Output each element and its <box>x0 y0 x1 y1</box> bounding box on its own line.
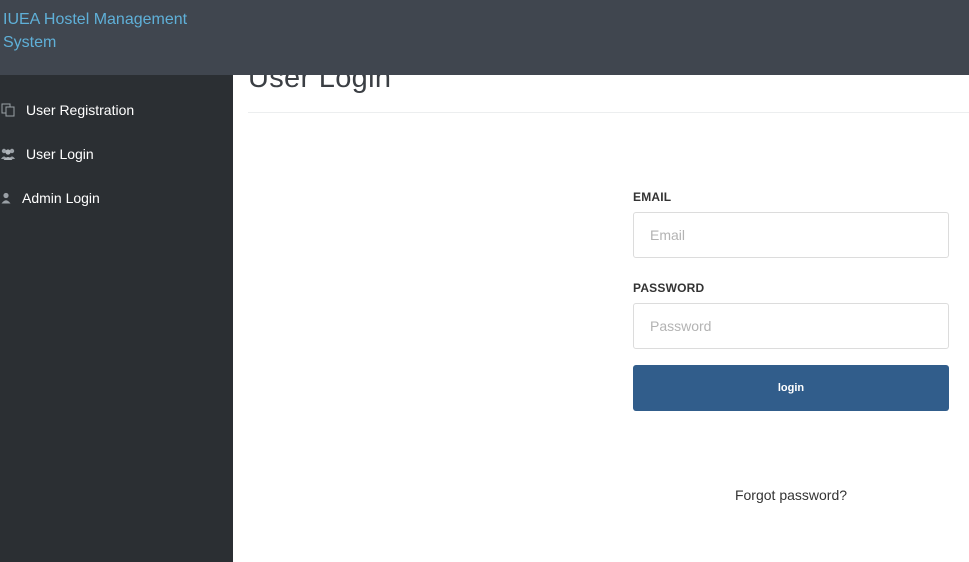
app-title[interactable]: IUEA Hostel Management System <box>3 8 223 54</box>
users-icon <box>0 146 16 162</box>
email-field[interactable] <box>633 212 949 258</box>
sidebar-item-user-login[interactable]: User Login <box>0 142 94 166</box>
sidebar-item-admin-login[interactable]: Admin Login <box>0 186 100 210</box>
copy-icon <box>0 102 16 118</box>
sidebar-item-label: User Login <box>26 146 94 162</box>
password-label: PASSWORD <box>633 281 705 295</box>
sidebar-item-label: Admin Login <box>22 190 100 206</box>
sidebar: User Registration User Login Admin Login <box>0 75 233 562</box>
title-divider <box>248 112 969 113</box>
user-icon <box>0 190 12 206</box>
login-button[interactable]: login <box>633 365 949 411</box>
sidebar-item-user-registration[interactable]: User Registration <box>0 98 134 122</box>
password-field[interactable] <box>633 303 949 349</box>
sidebar-item-label: User Registration <box>26 102 135 118</box>
email-label: EMAIL <box>633 190 672 204</box>
top-bar: IUEA Hostel Management System <box>0 0 969 75</box>
forgot-password-link[interactable]: Forgot password? <box>633 487 949 503</box>
login-form: EMAIL PASSWORD <box>633 190 949 349</box>
